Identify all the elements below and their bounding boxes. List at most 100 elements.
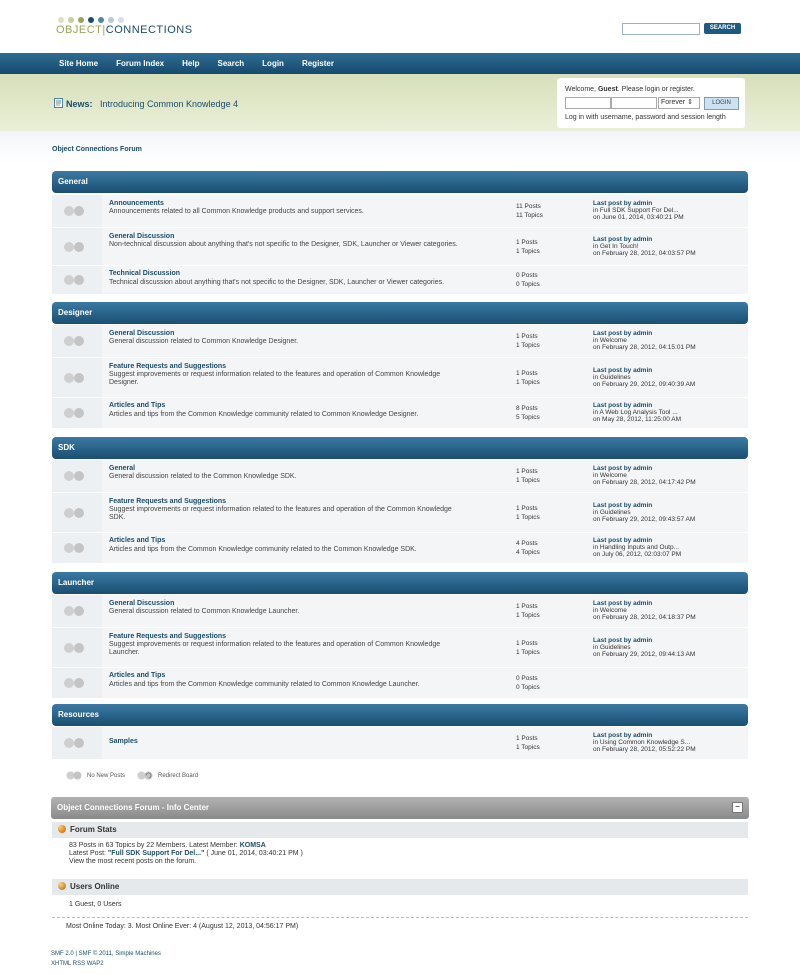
- password-input[interactable]: [611, 97, 657, 109]
- board-name-link[interactable]: Technical Discussion: [109, 270, 180, 277]
- logo-dot: [58, 17, 64, 23]
- board-name-link[interactable]: Feature Requests and Suggestions: [109, 498, 226, 505]
- nav-item-search[interactable]: Search: [217, 53, 244, 74]
- footer-copyright[interactable]: SMF 2.0 | SMF © 2011, Simple Machines: [51, 949, 161, 959]
- last-post-by[interactable]: Last post by admin: [593, 402, 652, 409]
- site-logo[interactable]: OBJECT|CONNECTIONS: [56, 17, 193, 36]
- nav-item-register[interactable]: Register: [302, 53, 334, 74]
- last-post-author[interactable]: Last post by admin: [593, 637, 695, 644]
- last-post-by[interactable]: Last post by admin: [593, 236, 652, 243]
- last-post-date: on February 29, 2012, 09:43:57 AM: [593, 516, 696, 523]
- board-stats: 1 Posts 1 Topics: [516, 639, 540, 657]
- board-name-link[interactable]: Feature Requests and Suggestions: [109, 363, 226, 370]
- last-post-author[interactable]: Last post by admin: [593, 330, 696, 337]
- last-post-author[interactable]: Last post by admin: [593, 402, 681, 409]
- nav-item-forum-index[interactable]: Forum Index: [116, 53, 164, 74]
- board-stats: 1 Posts 1 Topics: [516, 332, 540, 350]
- board-name-link[interactable]: Articles and Tips: [109, 402, 165, 409]
- board-name-link[interactable]: General Discussion: [109, 600, 174, 607]
- users-icon: [58, 882, 66, 890]
- last-post-author[interactable]: Last post by admin: [593, 465, 696, 472]
- board-last-post: Last post by admin in Welcome on February …: [593, 330, 696, 351]
- last-post-topic[interactable]: in Welcome: [593, 472, 696, 479]
- last-post-topic[interactable]: in Welcome: [593, 337, 696, 344]
- board-post-count: 1 Posts: [516, 468, 538, 475]
- last-post-author[interactable]: Last post by admin: [593, 537, 681, 544]
- last-post-topic[interactable]: in Handling Inputs and Outp...: [593, 544, 681, 551]
- board-name-link[interactable]: General Discussion: [109, 330, 174, 337]
- category-header[interactable]: Designer: [52, 302, 748, 324]
- search-button[interactable]: SEARCH: [704, 23, 741, 34]
- last-post-topic[interactable]: in A Web Log Analysis Tool ...: [593, 409, 681, 416]
- last-post-topic[interactable]: in Guidelines: [593, 509, 695, 516]
- board-status-icon: [64, 471, 74, 481]
- board-stats: 1 Posts 1 Topics: [516, 467, 540, 485]
- board-post-count: 4 Posts: [516, 540, 538, 547]
- footer-links[interactable]: XHTML RSS WAP2: [51, 959, 161, 969]
- recent-posts-link[interactable]: View the most recent posts on the forum.: [69, 858, 303, 866]
- board-topic-count: 1 Topics: [516, 379, 540, 386]
- last-post-topic[interactable]: in Using Common Knowledge S...: [593, 739, 696, 746]
- last-post-by[interactable]: Last post by admin: [593, 330, 652, 337]
- board-topic-count: 1 Topics: [516, 744, 540, 751]
- last-post-topic[interactable]: in Guidelines: [593, 644, 695, 651]
- last-post-date: on February 28, 2012, 04:03:57 PM: [593, 250, 696, 257]
- breadcrumb[interactable]: Object Connections Forum: [52, 146, 142, 153]
- last-post-topic[interactable]: in Welcome: [593, 607, 696, 614]
- site-header: OBJECT|CONNECTIONS SEARCH: [0, 0, 800, 53]
- board-name-link[interactable]: Samples: [109, 738, 138, 745]
- nav-item-help[interactable]: Help: [182, 53, 199, 74]
- last-post-author[interactable]: Last post by admin: [593, 732, 696, 739]
- last-post-by[interactable]: Last post by admin: [593, 200, 652, 207]
- board-topic-count: 0 Topics: [516, 684, 540, 691]
- category-header[interactable]: SDK: [52, 437, 748, 459]
- latest-member-link[interactable]: KOMSA: [240, 842, 266, 849]
- nav-item-site-home[interactable]: Site Home: [59, 53, 98, 74]
- news-headline[interactable]: Introducing Common Knowledge 4: [100, 99, 238, 109]
- session-length-value: Forever: [661, 99, 686, 106]
- stats-line-1: 83 Posts in 63 Topics by 22 Members. Lat…: [69, 842, 303, 850]
- board-last-post: Last post by admin in Full SDK Support Fo…: [593, 200, 684, 221]
- last-post-topic[interactable]: in Guidelines: [593, 374, 695, 381]
- board-post-count: 1 Posts: [516, 505, 538, 512]
- last-post-topic[interactable]: in Get In Touch!: [593, 243, 696, 250]
- board-status-icon: [64, 206, 74, 216]
- last-post-author[interactable]: Last post by admin: [593, 502, 695, 509]
- board-name-link[interactable]: Announcements: [109, 200, 164, 207]
- last-post-by[interactable]: Last post by admin: [593, 732, 652, 739]
- search-input[interactable]: [622, 23, 700, 35]
- board-post-count: 1 Posts: [516, 333, 538, 340]
- users-online-text: 1 Guest, 0 Users: [69, 901, 122, 908]
- board-topic-count: 5 Topics: [516, 414, 540, 421]
- last-post-author[interactable]: Last post by admin: [593, 236, 696, 243]
- last-post-author[interactable]: Last post by admin: [593, 200, 684, 207]
- last-post-author[interactable]: Last post by admin: [593, 600, 696, 607]
- last-post-author[interactable]: Last post by admin: [593, 367, 695, 374]
- board-name-link[interactable]: Articles and Tips: [109, 672, 165, 679]
- last-post-by[interactable]: Last post by admin: [593, 637, 652, 644]
- last-post-by[interactable]: Last post by admin: [593, 600, 652, 607]
- category-header[interactable]: Resources: [52, 704, 748, 726]
- last-post-by[interactable]: Last post by admin: [593, 537, 652, 544]
- welcome-text: Welcome, Guest. Please login or register…: [565, 86, 695, 93]
- last-post-by[interactable]: Last post by admin: [593, 465, 652, 472]
- board-topic-count: 1 Topics: [516, 477, 540, 484]
- category-header[interactable]: General: [52, 171, 748, 193]
- collapse-button[interactable]: −: [732, 802, 743, 813]
- username-input[interactable]: [565, 97, 611, 109]
- board-name-link[interactable]: Articles and Tips: [109, 537, 165, 544]
- session-length-select[interactable]: Forever ⇕: [658, 97, 700, 109]
- last-post-by[interactable]: Last post by admin: [593, 367, 652, 374]
- last-post-topic[interactable]: in Full SDK Support For Del...: [593, 207, 684, 214]
- login-button[interactable]: LOGIN: [704, 97, 739, 110]
- last-post-by[interactable]: Last post by admin: [593, 502, 652, 509]
- nav-item-login[interactable]: Login: [262, 53, 284, 74]
- category-header[interactable]: Launcher: [52, 572, 748, 594]
- board-name-link[interactable]: General Discussion: [109, 233, 174, 240]
- board-name-link[interactable]: Feature Requests and Suggestions: [109, 633, 226, 640]
- latest-post-link[interactable]: "Full SDK Support For Del...": [108, 850, 204, 857]
- last-post-date: on July 06, 2012, 02:03:07 PM: [593, 551, 682, 558]
- board-name-link[interactable]: General: [109, 465, 135, 472]
- board-status-icon: [64, 642, 74, 653]
- board-status-icon: [64, 606, 74, 616]
